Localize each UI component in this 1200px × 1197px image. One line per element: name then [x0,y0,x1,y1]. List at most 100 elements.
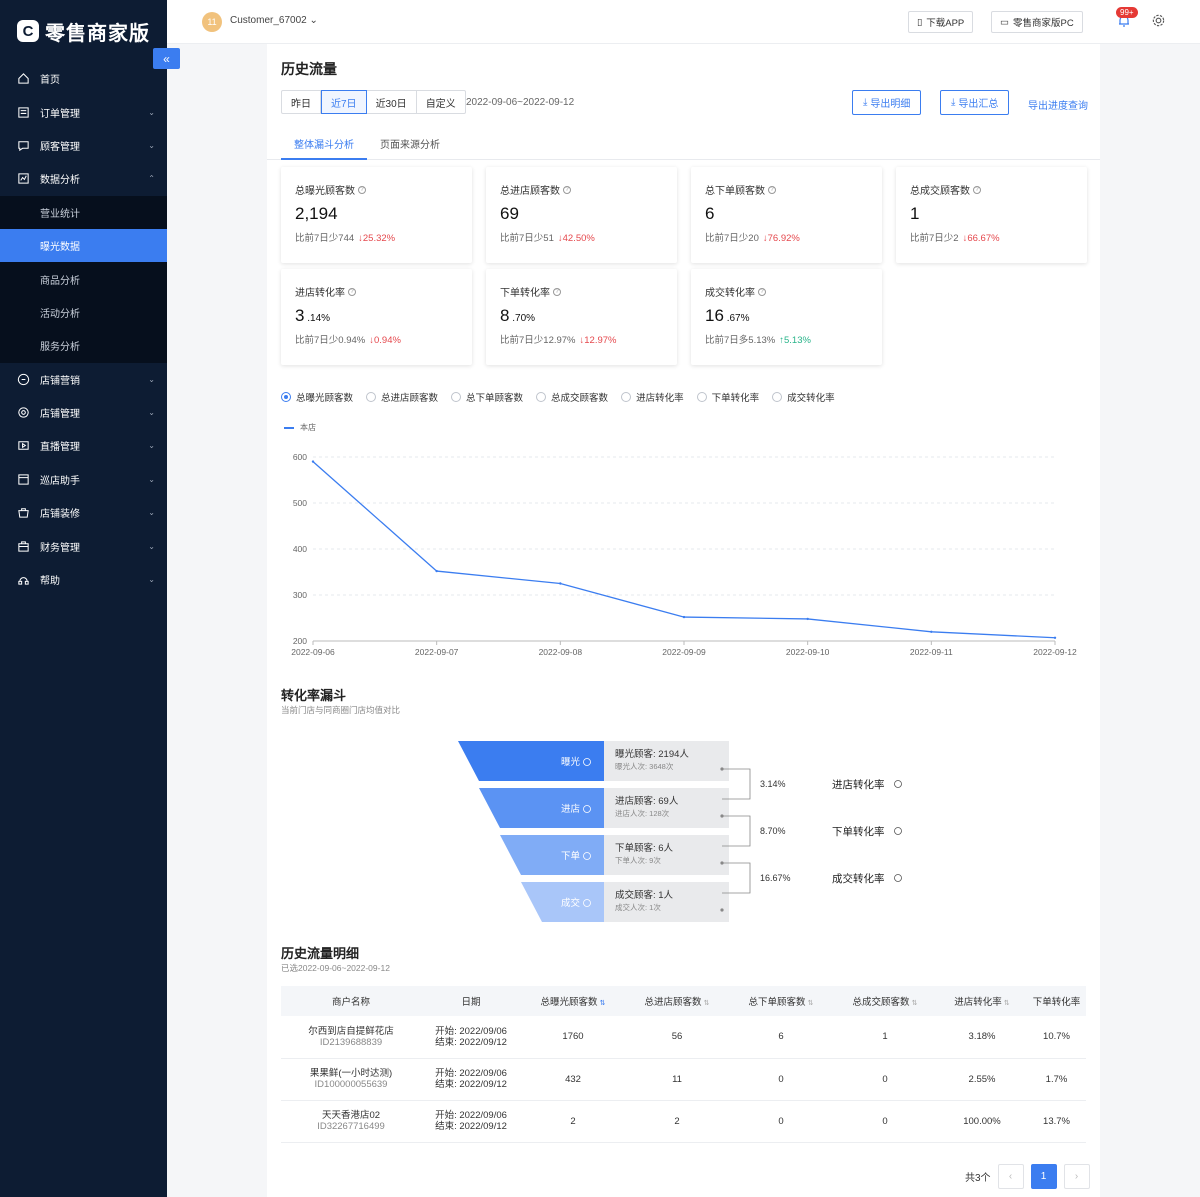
pc-version-button[interactable]: ▭ 零售商家版PC [991,11,1083,33]
export-detail-button[interactable]: ⤓ 导出明细 [852,90,922,115]
funnel-stage[interactable] [500,835,604,875]
column-header[interactable]: 总进店顾客数 ⇅ [625,986,729,1016]
sort-icon[interactable]: ⇅ [1004,1000,1010,1007]
column-header[interactable]: 下单转化率 [1027,986,1086,1016]
column-header[interactable]: 进店转化率 ⇅ [937,986,1027,1016]
detail-title: 历史流量明细 [281,946,360,961]
sidebar-subitem-3[interactable]: 活动分析 [0,296,167,329]
download-app-button[interactable]: ▯ 下载APP [908,11,974,33]
next-page-button[interactable]: › [1063,1164,1090,1189]
funnel-stage[interactable] [479,788,604,828]
metric-option-6[interactable]: 成交转化率 [772,390,835,404]
date-cell: 开始: 2022/09/06 结束: 2022/09/12 [421,1100,521,1143]
cell-deal: 0 [833,1100,937,1143]
cell-order-rate: 10.7% [1027,1016,1086,1059]
column-header[interactable]: 总曝光顾客数 ⇅ [521,986,625,1016]
metric-option-5[interactable]: 下单转化率 [696,390,759,404]
avatar[interactable]: 11 [202,12,222,32]
date-range-text: 2022-09-06~2022-09-12 [466,97,575,108]
radio-icon[interactable] [621,392,632,402]
sidebar-item-label: 数据分析 [40,175,80,187]
sidebar-item-after-1[interactable]: 店铺管理 ⌄ [0,396,167,429]
help-icon[interactable] [894,827,902,835]
data-point[interactable] [1053,636,1057,639]
metric-option-2[interactable]: 总下单顾客数 [451,390,523,404]
sidebar-subitem-label: 服务分析 [40,342,80,354]
sidebar-subitem-0[interactable]: 营业统计 [0,196,167,229]
help-icon[interactable]: ? [348,287,356,296]
data-point[interactable] [930,630,933,633]
data-point[interactable] [682,615,686,619]
range-button-1[interactable]: 近7日 [321,90,367,114]
help-icon[interactable]: ? [358,185,366,194]
metric-compare-text: 比前7日少12.97% [500,335,576,346]
cell-order: 0 [729,1100,833,1143]
column-header[interactable]: 总成交顾客数 ⇅ [833,986,937,1016]
data-point[interactable] [311,460,315,463]
range-button-3[interactable]: 自定义 [417,91,465,113]
radio-icon[interactable] [451,392,462,402]
data-point[interactable] [806,617,809,621]
column-header-label: 商户名称 [331,997,370,1008]
help-icon[interactable] [894,780,902,788]
detail-table: 商户名称 日期 总曝光顾客数 ⇅ 总进店顾客数 ⇅ 总下单顾客数 ⇅ 总成交顾客数 ⇅ 进店转化率 ⇅… [281,986,1086,1143]
funnel-stage-sub: 曝光人次: 3648次 [615,761,674,771]
metric-option-1[interactable]: 总进店顾客数 [366,390,438,404]
sidebar-subitem-1[interactable]: 曝光数据 [0,228,167,263]
y-tick-label: 300 [293,590,307,600]
page-title: 历史流量 [281,61,337,77]
user-menu[interactable]: Customer_67002 ⌄ [230,15,318,26]
sidebar-item-after-3[interactable]: 巡店助手 ⌄ [0,463,167,496]
radio-icon[interactable] [772,392,783,402]
page-number-button[interactable]: 1 [1030,1164,1057,1189]
sidebar-subitem-2[interactable]: 商品分析 [0,262,167,295]
export-progress-link[interactable]: 导出进度查询 [1028,97,1088,112]
data-point[interactable] [435,569,438,573]
help-icon[interactable]: ? [553,287,561,296]
sidebar-item-after-2[interactable]: 直播管理 ⌄ [0,429,167,462]
help-icon[interactable]: ? [973,185,981,194]
tab-funnel[interactable]: 整体漏斗分析 [294,136,354,151]
radio-icon[interactable] [366,392,377,402]
collapse-sidebar-button[interactable]: « [153,48,180,69]
prev-page-button[interactable]: ‹ [997,1164,1024,1189]
sort-icon[interactable]: ⇅ [808,1000,814,1007]
sidebar-item-2[interactable]: 顾客管理 ⌄ [0,129,167,162]
data-point[interactable] [559,582,562,585]
help-icon[interactable] [894,874,902,882]
range-button-2[interactable]: 近30日 [367,91,417,113]
cell-enter-rate: 3.18% [937,1016,1027,1059]
metric-delta: ↓66.67% [962,233,1000,244]
radio-icon[interactable] [281,392,291,402]
radio-icon[interactable] [696,392,707,402]
merchant-id: ID2139688839 [319,1036,383,1048]
metric-option-0[interactable]: 总曝光顾客数 [281,390,353,404]
metric-card-label: 总曝光顾客数? [295,182,458,197]
metric-value: 2,194 [295,204,458,224]
radio-icon[interactable] [536,392,547,402]
help-icon[interactable]: ? [758,287,766,296]
tab-page-source[interactable]: 页面来源分析 [380,136,440,151]
download-icon: ⤓ [951,97,956,108]
sidebar-item-3[interactable]: 数据分析 ⌃ [0,162,167,195]
funnel-stage[interactable] [458,741,604,781]
sidebar-item-after-4[interactable]: 店铺装修 ⌄ [0,496,167,529]
column-header[interactable]: 总下单顾客数 ⇅ [729,986,833,1016]
sort-icon[interactable]: ⇅ [704,1000,710,1007]
export-summary-button[interactable]: ⤓ 导出汇总 [940,90,1010,115]
sort-icon[interactable]: ⇅ [600,1000,606,1007]
help-icon[interactable]: ? [768,185,776,194]
sidebar-item-after-6[interactable]: 帮助 ⌄ [0,563,167,596]
sidebar-item-1[interactable]: 订单管理 ⌄ [0,95,167,128]
range-button-0[interactable]: 昨日 [282,91,321,113]
sidebar-subitem-4[interactable]: 服务分析 [0,329,167,362]
metric-option-3[interactable]: 总成交顾客数 [536,390,608,404]
sidebar-item-after-0[interactable]: 店铺营销 ⌄ [0,363,167,396]
sidebar-item-0[interactable]: 首页 [0,62,167,95]
order-icon [17,106,30,119]
sidebar-item-after-5[interactable]: 财务管理 ⌄ [0,529,167,562]
metric-option-4[interactable]: 进店转化率 [621,390,684,404]
sort-icon[interactable]: ⇅ [912,1000,918,1007]
help-icon[interactable]: ? [563,185,571,194]
gear-icon[interactable] [1151,13,1166,28]
